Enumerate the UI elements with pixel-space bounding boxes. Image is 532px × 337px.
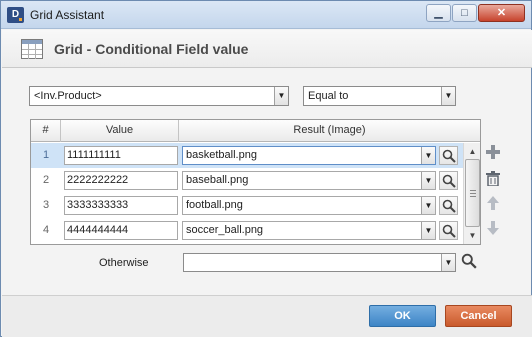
operator-select-value: Equal to [308,90,349,102]
row-number: 2 [42,174,50,186]
maximize-icon: □ [461,7,468,19]
search-icon [461,253,477,269]
otherwise-select[interactable]: ▼ [183,253,456,272]
browse-image-button[interactable] [439,221,458,240]
row-number: 1 [42,149,50,161]
table-row[interactable]: 4 4444444444 soccer_ball.png ▼ [31,218,463,243]
search-icon [442,199,456,213]
minimize-button[interactable]: ▁ [426,4,451,22]
trash-icon [486,171,500,187]
column-header-value: Value [61,120,179,142]
value-input[interactable]: 2222222222 [64,171,178,190]
otherwise-browse-button[interactable] [461,253,480,272]
browse-image-button[interactable] [439,146,458,165]
delete-row-button[interactable] [486,171,500,187]
result-image-select[interactable]: soccer_ball.png ▼ [182,221,436,240]
row-number: 4 [42,224,50,236]
close-button[interactable]: ✕ [478,4,525,22]
dialog-header: Grid - Conditional Field value [2,30,532,68]
table-row[interactable]: 1 1111111111 basketball.png ▼ [31,143,463,168]
search-icon [442,149,456,163]
column-header-result: Result (Image) [293,124,366,136]
result-image-value: baseball.png [186,174,249,186]
field-select[interactable]: <Inv.Product> ▼ [29,86,289,106]
result-image-value: football.png [186,199,243,211]
title-bar[interactable]: D Grid Assistant ▁ □ ✕ [1,1,531,29]
chevron-down-icon[interactable]: ▼ [421,147,435,164]
scrollbar-thumb[interactable] [465,159,480,227]
arrow-down-icon [487,221,499,235]
ok-button[interactable]: OK [369,305,436,327]
plus-icon [486,145,500,159]
row-number: 3 [42,199,50,211]
value-input[interactable]: 1111111111 [64,146,178,165]
browse-image-button[interactable] [439,196,458,215]
chevron-down-icon[interactable]: ▼ [274,87,288,105]
window-title: Grid Assistant [30,8,105,22]
cancel-button[interactable]: Cancel [445,305,512,327]
search-icon [442,224,456,238]
result-image-select[interactable]: baseball.png ▼ [182,171,436,190]
maximize-button[interactable]: □ [452,4,477,22]
scroll-up-icon[interactable]: ▲ [465,144,480,159]
result-image-select[interactable]: basketball.png ▼ [182,146,436,165]
chevron-down-icon[interactable]: ▼ [441,87,455,105]
chevron-down-icon[interactable]: ▼ [441,254,455,271]
operator-select[interactable]: Equal to ▼ [303,86,456,106]
page-title: Grid - Conditional Field value [54,41,249,57]
result-image-select[interactable]: football.png ▼ [182,196,436,215]
app-logo-icon: D [7,7,24,23]
table-scrollbar[interactable]: ▲ ▼ [463,143,480,244]
conditions-table: # Value Result (Image) 1 1111111111 bask… [30,119,481,245]
add-row-button[interactable] [486,145,500,161]
chevron-down-icon[interactable]: ▼ [421,197,435,214]
value-input[interactable]: 4444444444 [64,221,178,240]
result-image-value: basketball.png [186,149,257,161]
close-icon: ✕ [496,7,507,19]
table-row[interactable]: 3 3333333333 football.png ▼ [31,193,463,218]
table-header: # Value Result (Image) [31,120,480,142]
move-up-button[interactable] [486,196,500,212]
chevron-down-icon[interactable]: ▼ [421,172,435,189]
result-image-value: soccer_ball.png [186,224,264,236]
browse-image-button[interactable] [439,171,458,190]
minimize-icon: ▁ [434,7,443,19]
field-select-value: <Inv.Product> [34,90,102,102]
column-header-num: # [31,120,61,142]
scroll-down-icon[interactable]: ▼ [465,228,480,243]
search-icon [442,174,456,188]
grid-assistant-window: D Grid Assistant ▁ □ ✕ Grid - Conditiona… [0,0,532,337]
move-down-button[interactable] [486,221,500,237]
dialog-footer: OK Cancel [2,295,532,337]
chevron-down-icon[interactable]: ▼ [421,222,435,239]
value-input[interactable]: 3333333333 [64,196,178,215]
otherwise-label: Otherwise [99,257,149,269]
grid-icon [21,39,43,59]
table-row[interactable]: 2 2222222222 baseball.png ▼ [31,168,463,193]
arrow-up-icon [487,196,499,210]
